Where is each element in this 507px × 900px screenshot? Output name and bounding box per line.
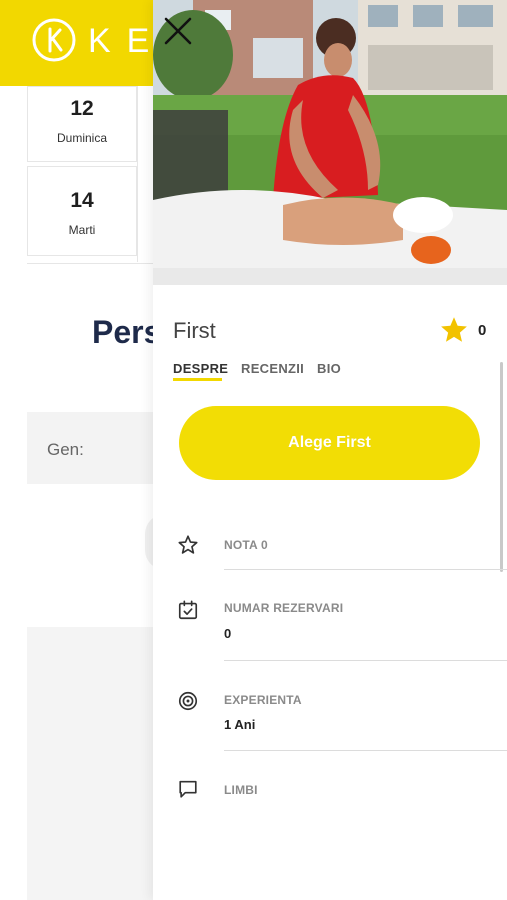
gender-field[interactable]: Gen: — [27, 412, 153, 484]
row-divider — [224, 750, 507, 751]
gender-label: Gen: — [47, 440, 84, 459]
therapist-name: First — [173, 318, 216, 343]
star-outline-icon — [178, 535, 198, 554]
calendar-day[interactable]: 12 Duminica — [27, 86, 137, 162]
close-icon[interactable] — [161, 14, 195, 48]
target-icon — [178, 691, 198, 711]
scrollbar[interactable] — [500, 362, 503, 572]
tab-bio[interactable]: BIO — [317, 361, 341, 376]
star-icon — [441, 317, 467, 342]
info-label: EXPERIENTA — [224, 693, 302, 707]
info-label: NOTA 0 — [224, 538, 268, 552]
calendar-divider — [137, 86, 153, 262]
row-divider — [224, 569, 507, 570]
day-name: Marti — [68, 223, 96, 237]
active-tab-indicator — [173, 378, 222, 381]
massage-photo-illustration — [153, 0, 507, 285]
calendar-check-icon — [178, 600, 198, 620]
day-number: 12 — [70, 97, 94, 120]
row-divider — [224, 660, 507, 661]
info-label: LIMBI — [224, 783, 258, 797]
choose-therapist-button[interactable]: Alege First — [179, 406, 480, 480]
rating-value: 0 — [478, 322, 487, 339]
info-value: 1 Ani — [224, 717, 256, 732]
logo-icon[interactable] — [30, 16, 78, 64]
background-panel — [27, 627, 153, 900]
calendar-divider — [27, 258, 153, 264]
section-heading: Pers — [92, 314, 162, 350]
day-number: 14 — [70, 189, 94, 212]
tab-recenzii[interactable]: RECENZII — [241, 361, 304, 376]
info-value: 0 — [224, 626, 232, 641]
therapist-drawer: First 0 DESPRE RECENZII BIO Alege First … — [153, 0, 507, 900]
info-label: NUMAR REZERVARI — [224, 601, 344, 615]
day-name: Duminica — [56, 131, 107, 145]
chat-bubble-icon — [179, 780, 197, 798]
tab-despre[interactable]: DESPRE — [173, 361, 228, 376]
calendar-day[interactable]: 14 Marti — [27, 166, 137, 256]
therapist-photo — [153, 0, 507, 285]
